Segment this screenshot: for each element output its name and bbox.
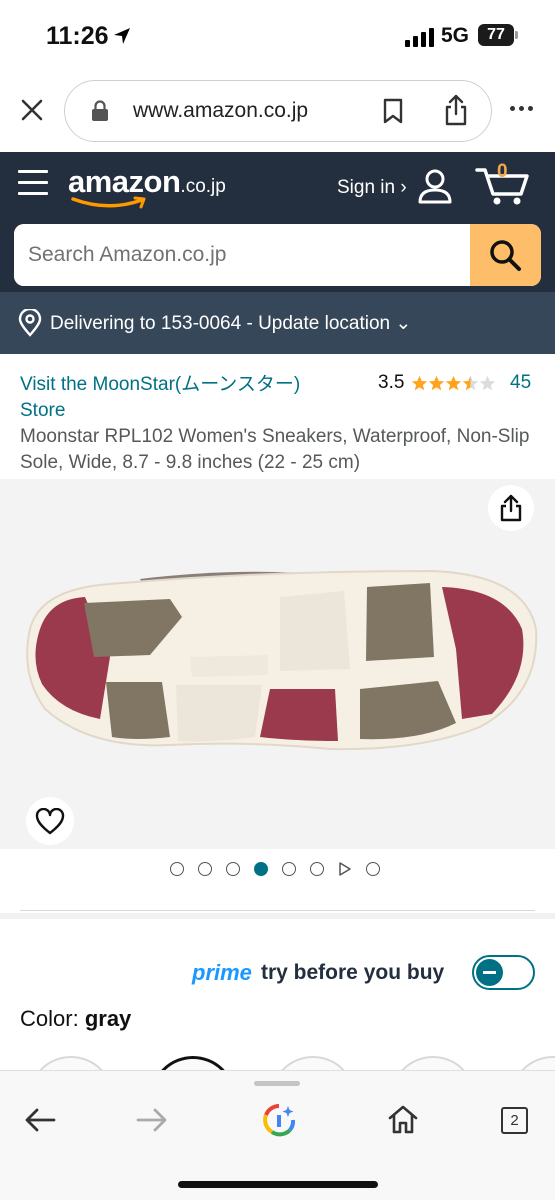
user-icon[interactable] xyxy=(415,166,455,206)
gallery-dot[interactable] xyxy=(282,862,296,876)
menu-icon[interactable] xyxy=(18,170,48,203)
try-before-you-buy-label: try before you buy xyxy=(261,961,445,984)
toggle-knob xyxy=(476,959,503,986)
heart-icon xyxy=(35,808,65,835)
sheet-grabber[interactable] xyxy=(254,1081,300,1086)
gallery-dot-active[interactable] xyxy=(254,862,268,876)
color-swatches xyxy=(0,1050,555,1070)
location-arrow-icon xyxy=(114,28,130,44)
signal-icon xyxy=(405,28,434,47)
bookmark-icon[interactable] xyxy=(381,97,405,125)
home-indicator xyxy=(178,1181,378,1188)
search-icon xyxy=(490,240,521,271)
network-type: 5G xyxy=(441,24,470,47)
gallery-dot[interactable] xyxy=(310,862,324,876)
amazon-header: amazon.co.jp Sign in › 0 xyxy=(0,152,555,292)
search-input[interactable] xyxy=(14,224,470,286)
google-lens-icon[interactable] xyxy=(262,1103,296,1137)
rating-value: 3.5 xyxy=(378,372,405,393)
url-text: www.amazon.co.jp xyxy=(133,99,309,122)
battery-icon: 77 xyxy=(478,24,514,46)
sign-in-link[interactable]: Sign in › xyxy=(337,177,407,199)
section-separator xyxy=(0,913,555,919)
product-image-gallery[interactable] xyxy=(0,479,555,849)
color-value: gray xyxy=(84,1006,132,1031)
color-swatch[interactable] xyxy=(28,1056,114,1070)
share-icon[interactable] xyxy=(443,93,469,127)
star-icon xyxy=(445,375,462,391)
cart-count: 0 xyxy=(497,161,508,182)
star-icon xyxy=(462,375,479,391)
wishlist-button[interactable] xyxy=(26,797,74,845)
back-arrow-icon[interactable] xyxy=(24,1107,56,1133)
gallery-dot[interactable] xyxy=(170,862,184,876)
share-icon xyxy=(500,494,522,522)
address-bar[interactable]: www.amazon.co.jp xyxy=(64,80,492,142)
star-icon xyxy=(479,375,496,391)
amazon-logo[interactable]: amazon.co.jp xyxy=(68,164,226,200)
search-box xyxy=(14,224,541,286)
star-icon xyxy=(411,375,428,391)
color-selection: Color: gray xyxy=(20,1006,131,1032)
gallery-dot[interactable] xyxy=(198,862,212,876)
gallery-video-indicator-icon[interactable] xyxy=(338,862,352,876)
amazon-smile-icon xyxy=(71,196,146,209)
divider xyxy=(20,910,535,911)
logo-text: amazon xyxy=(68,164,181,199)
more-options-icon[interactable] xyxy=(510,106,533,111)
color-label: Color: xyxy=(20,1006,79,1031)
color-swatch[interactable] xyxy=(510,1056,555,1070)
image-share-button[interactable] xyxy=(488,485,534,531)
tab-switcher-button[interactable]: 2 xyxy=(501,1107,528,1134)
gallery-dot[interactable] xyxy=(226,862,240,876)
gallery-pagination xyxy=(170,862,380,876)
store-link[interactable]: Visit the MoonStar(ムーンスター) Store xyxy=(20,372,330,424)
color-swatch-selected[interactable] xyxy=(150,1056,236,1070)
battery-tip xyxy=(515,31,518,39)
star-icon xyxy=(428,375,445,391)
gallery-dot[interactable] xyxy=(366,862,380,876)
delivery-text: Delivering to 153-0064 - Update location… xyxy=(50,313,412,334)
location-pin-icon xyxy=(18,309,42,337)
try-before-you-buy-toggle[interactable] xyxy=(472,955,535,990)
prime-logo: prime xyxy=(192,960,252,985)
status-time: 11:26 xyxy=(46,22,109,50)
delivery-location-bar[interactable]: Delivering to 153-0064 - Update location… xyxy=(0,292,555,354)
color-swatch[interactable] xyxy=(270,1056,356,1070)
forward-arrow-icon[interactable] xyxy=(136,1107,168,1133)
product-title: Moonstar RPL102 Women's Sneakers, Waterp… xyxy=(20,426,530,473)
browser-toolbar: 2 xyxy=(0,1070,555,1200)
rating-count[interactable]: 45 xyxy=(510,372,531,394)
search-button[interactable] xyxy=(470,224,541,286)
logo-suffix: .co.jp xyxy=(180,176,226,197)
browser-address-row: www.amazon.co.jp xyxy=(0,72,555,152)
lock-icon xyxy=(92,100,108,121)
status-bar: 11:26 5G 77 xyxy=(0,0,555,72)
home-icon[interactable] xyxy=(387,1104,419,1134)
product-image xyxy=(26,569,538,751)
star-rating[interactable] xyxy=(411,375,496,392)
close-icon[interactable] xyxy=(18,96,46,124)
color-swatch[interactable] xyxy=(390,1056,476,1070)
